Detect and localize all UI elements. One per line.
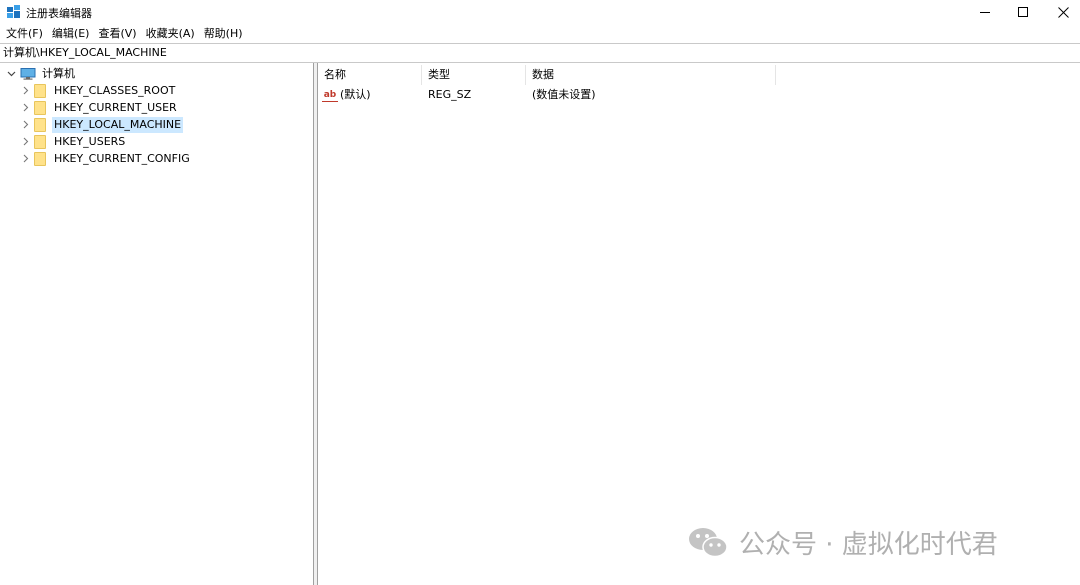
tree-node-label: HKEY_CURRENT_CONFIG: [54, 151, 190, 165]
folder-icon: [34, 100, 46, 115]
tree-node-hkey-current-config[interactable]: HKEY_CURRENT_CONFIG: [20, 150, 192, 167]
tree-node-label: HKEY_USERS: [54, 134, 126, 148]
menu-file[interactable]: 文件(F): [3, 25, 49, 43]
folder-icon: [34, 117, 46, 132]
chevron-down-icon[interactable]: [6, 69, 16, 79]
maximize-icon: [1018, 7, 1028, 17]
tree-node-label: 计算机: [42, 66, 75, 80]
window-title: 注册表编辑器: [26, 7, 92, 20]
close-button[interactable]: [1040, 0, 1080, 24]
chevron-right-icon[interactable]: [20, 103, 30, 113]
column-headers: 名称 类型 数据: [318, 65, 1080, 85]
folder-icon: [34, 83, 46, 98]
folder-icon: [34, 134, 46, 149]
regedit-icon: [7, 5, 20, 18]
watermark: 公众号 · 虚拟化时代君: [687, 522, 998, 562]
column-header-data[interactable]: 数据: [526, 65, 776, 85]
column-header-name[interactable]: 名称: [318, 65, 422, 85]
menu-edit[interactable]: 编辑(E): [49, 25, 96, 43]
tree-node-hkey-local-machine[interactable]: HKEY_LOCAL_MACHINE: [20, 116, 184, 133]
tree-node-label: HKEY_LOCAL_MACHINE: [52, 116, 184, 133]
menu-help[interactable]: 帮助(H): [201, 25, 249, 43]
string-value-icon: ab: [322, 88, 338, 102]
chevron-right-icon[interactable]: [20, 137, 30, 147]
tree-node-label: HKEY_CURRENT_USER: [54, 100, 177, 114]
tree-node-label: HKEY_CLASSES_ROOT: [54, 83, 176, 97]
chevron-right-icon[interactable]: [20, 120, 30, 130]
column-header-type[interactable]: 类型: [422, 65, 526, 85]
key-tree-pane: 计算机 HKEY_CLASSES_ROOT HKEY_CURRENT_USER …: [0, 63, 314, 585]
folder-icon: [34, 151, 46, 166]
watermark-text: 公众号 · 虚拟化时代君: [739, 529, 998, 560]
value-data: (数值未设置): [532, 88, 596, 101]
tree-node-hkey-users[interactable]: HKEY_USERS: [20, 133, 127, 150]
close-icon: [1057, 6, 1069, 18]
value-row[interactable]: ab (默认) REG_SZ (数值未设置): [318, 86, 1080, 104]
values-list-pane: 名称 类型 数据 ab (默认) REG_SZ (数值未设置): [318, 63, 1080, 585]
chevron-right-icon[interactable]: [20, 86, 30, 96]
chevron-right-icon[interactable]: [20, 154, 30, 164]
wechat-icon: [689, 528, 728, 558]
computer-icon: [20, 67, 36, 80]
title-bar: 注册表编辑器: [0, 0, 1080, 24]
address-bar[interactable]: 计算机\HKEY_LOCAL_MACHINE: [0, 43, 1080, 63]
value-name: (默认): [340, 88, 371, 101]
tree-node-hkey-classes-root[interactable]: HKEY_CLASSES_ROOT: [20, 82, 177, 99]
value-type: REG_SZ: [428, 88, 472, 101]
minimize-icon: [980, 11, 990, 13]
value-name-cell: ab (默认): [322, 86, 371, 104]
menu-view[interactable]: 查看(V): [95, 25, 142, 43]
menu-bar: 文件(F) 编辑(E) 查看(V) 收藏夹(A) 帮助(H): [0, 25, 1080, 43]
tree-node-hkey-current-user[interactable]: HKEY_CURRENT_USER: [20, 99, 179, 116]
tree-node-computer[interactable]: 计算机: [6, 65, 77, 82]
menu-favorites[interactable]: 收藏夹(A): [143, 25, 201, 43]
